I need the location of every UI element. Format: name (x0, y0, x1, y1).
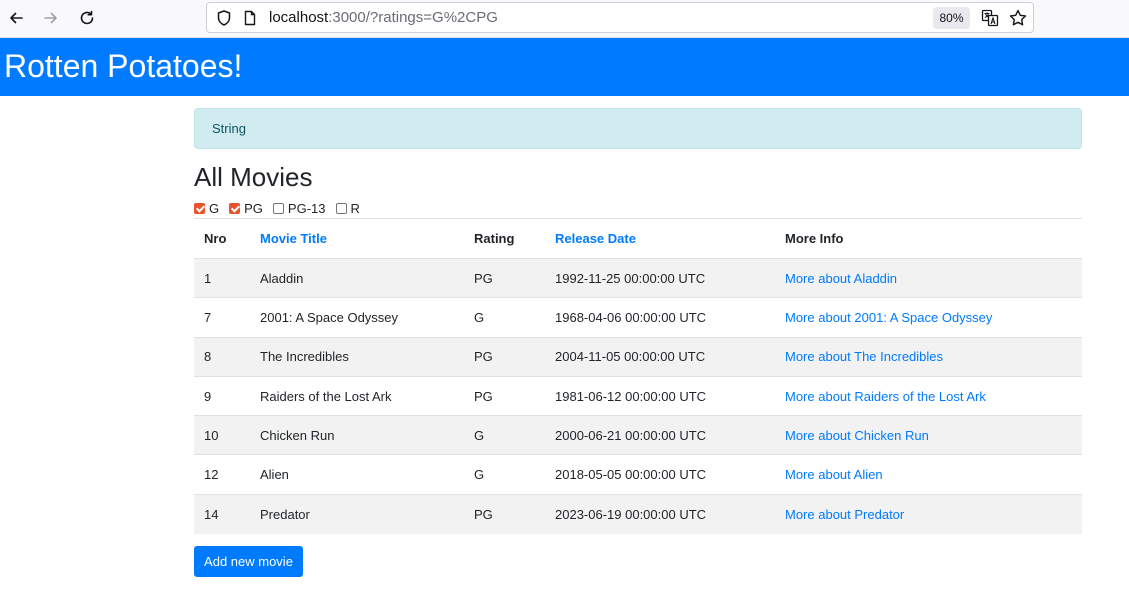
cell-movie-title: 2001: A Space Odyssey (250, 297, 464, 338)
cell-movie-title: Aladdin (250, 257, 464, 298)
header-nro: Nro (194, 218, 250, 259)
movies-table: Nro Movie Title Rating Release Date More… (194, 218, 1082, 534)
cell-more-info: More about 2001: A Space Odyssey (775, 297, 1082, 338)
sort-by-title-link[interactable]: Movie Title (260, 231, 327, 246)
cell-nro: 1 (194, 257, 250, 298)
cell-rating: G (464, 297, 545, 338)
arrow-right-icon (44, 12, 57, 24)
filter-pg13-checkbox[interactable] (272, 202, 284, 214)
zoom-indicator[interactable]: 80% (933, 7, 970, 29)
filter-pg-label: PG (244, 200, 263, 216)
address-bar[interactable]: localhost:3000/?ratings=G%2CPG 80% (206, 2, 1034, 33)
reload-icon (80, 10, 94, 25)
filter-r[interactable]: R (335, 200, 360, 216)
app-title: Rotten Potatoes! (4, 48, 243, 84)
filter-g-checkbox[interactable] (194, 202, 205, 214)
more-info-link[interactable]: More about 2001: A Space Odyssey (785, 310, 992, 325)
table-row: 7 2001: A Space Odyssey G 1968-04-06 00:00:… (194, 297, 1082, 338)
header-rating: Rating (464, 218, 545, 259)
cell-nro: 10 (194, 415, 250, 455)
cell-release-date: 1981-06-12 00:00:00 UTC (545, 375, 775, 416)
filter-g-label: G (209, 200, 220, 216)
movies-table-body: 1 Aladdin PG 1992-11-25 00:00:00 UTC More ab… (194, 257, 1082, 534)
table-row: 10 Chicken Run G 2000-06-21 00:00:00 UTC Mor… (194, 415, 1082, 455)
cell-release-date: 2018-05-05 00:00:00 UTC (545, 454, 775, 495)
table-row: 8 The Incredibles PG 2004-11-05 00:00:00 UT… (194, 336, 1082, 377)
cell-release-date: 1968-04-06 00:00:00 UTC (545, 297, 775, 338)
cell-movie-title: The Incredibles (250, 336, 464, 377)
cell-nro: 8 (194, 336, 250, 377)
page-title: All Movies (194, 162, 313, 192)
cell-rating: PG (464, 257, 545, 298)
cell-rating: PG (464, 375, 545, 416)
reload-button[interactable] (75, 6, 99, 30)
cell-movie-title: Alien (250, 454, 464, 495)
cell-release-date: 2004-11-05 00:00:00 UTC (545, 336, 775, 377)
table-row: 12 Alien G 2018-05-05 00:00:00 UTC More abou… (194, 454, 1082, 495)
filter-pg-checkbox[interactable] (229, 202, 241, 214)
cell-movie-title: Raiders of the Lost Ark (250, 375, 464, 416)
table-row: 14 Predator PG 2023-06-19 00:00:00 UTC More … (194, 493, 1082, 534)
table-row: 1 Aladdin PG 1992-11-25 00:00:00 UTC More ab… (194, 257, 1082, 298)
cell-more-info: More about Chicken Run (775, 415, 1082, 455)
more-info-link[interactable]: More about The Incredibles (785, 349, 943, 364)
page-icon[interactable] (242, 10, 258, 26)
more-info-link[interactable]: More about Predator (785, 507, 904, 522)
cell-movie-title: Predator (250, 493, 464, 534)
cell-rating: PG (464, 493, 545, 534)
more-info-link[interactable]: More about Aladdin (785, 271, 897, 286)
filter-pg13[interactable]: PG-13 (272, 200, 326, 216)
header-more-info: More Info (775, 218, 1082, 259)
filter-pg[interactable]: PG (229, 201, 263, 216)
browser-toolbar: localhost:3000/?ratings=G%2CPG 80% (0, 0, 1129, 38)
url-path: :3000/?ratings=G%2CPG (328, 9, 498, 26)
more-info-link[interactable]: More about Alien (785, 467, 883, 482)
shield-icon[interactable] (215, 9, 233, 27)
cell-more-info: More about The Incredibles (775, 336, 1082, 377)
cell-rating: G (464, 454, 545, 495)
rating-filters: G PG PG-13 R (194, 200, 370, 216)
cell-rating: PG (464, 336, 545, 377)
cell-more-info: More about Raiders of the Lost Ark (775, 375, 1082, 416)
more-info-link[interactable]: More about Chicken Run (785, 428, 929, 443)
back-button[interactable] (4, 6, 28, 30)
cell-more-info: More about Predator (775, 493, 1082, 534)
table-row: 9 Raiders of the Lost Ark PG 1981-06-12 00:… (194, 375, 1082, 416)
cell-nro: 12 (194, 454, 250, 495)
add-new-movie-button[interactable]: Add new movie (194, 546, 303, 577)
cell-more-info: More about Aladdin (775, 257, 1082, 298)
header-movie-title: Movie Title (250, 218, 464, 259)
cell-release-date: 1992-11-25 00:00:00 UTC (545, 257, 775, 298)
cell-release-date: 2000-06-21 00:00:00 UTC (545, 415, 775, 455)
cell-release-date: 2023-06-19 00:00:00 UTC (545, 493, 775, 534)
url-text[interactable]: localhost:3000/?ratings=G%2CPG (269, 9, 498, 27)
cell-nro: 14 (194, 493, 250, 534)
table-header-row: Nro Movie Title Rating Release Date More… (194, 218, 1082, 259)
header-release-date: Release Date (545, 218, 775, 259)
app-header: Rotten Potatoes! (0, 38, 1129, 96)
cell-rating: G (464, 415, 545, 455)
more-info-link[interactable]: More about Raiders of the Lost Ark (785, 389, 986, 404)
flash-notice: String (194, 108, 1082, 149)
cell-movie-title: Chicken Run (250, 415, 464, 455)
sort-by-release-date-link[interactable]: Release Date (555, 231, 636, 246)
filter-pg13-label: PG-13 (287, 200, 326, 216)
filter-r-label: R (350, 200, 360, 216)
cell-more-info: More about Alien (775, 454, 1082, 495)
filter-r-checkbox[interactable] (335, 202, 347, 214)
filter-g[interactable]: G (194, 201, 219, 216)
forward-button[interactable] (39, 6, 63, 30)
bookmark-star-icon[interactable] (1008, 8, 1028, 28)
cell-nro: 9 (194, 375, 250, 416)
cell-nro: 7 (194, 297, 250, 338)
translate-icon[interactable] (981, 9, 999, 27)
url-host: localhost (269, 9, 329, 26)
arrow-left-icon (10, 12, 23, 24)
